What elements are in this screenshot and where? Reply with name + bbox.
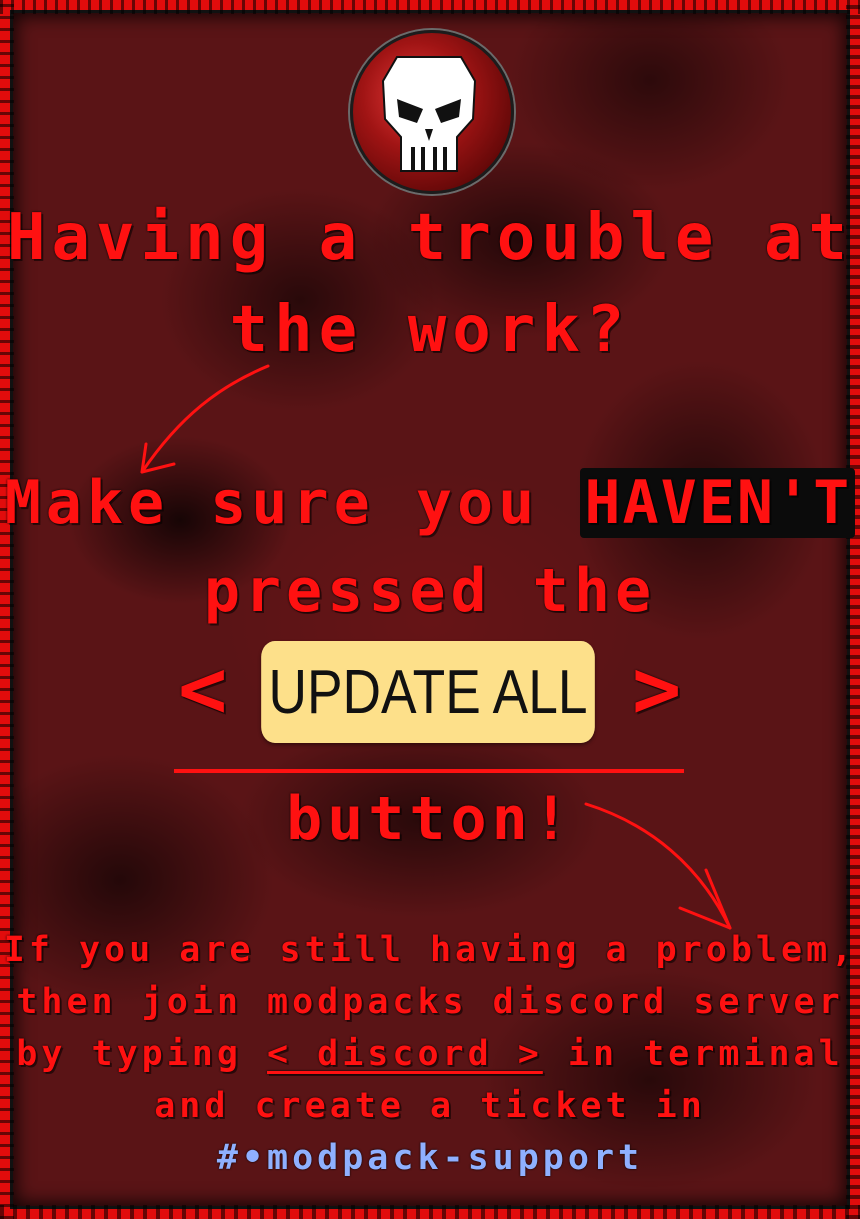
havent-emphasis: HAVEN'T [580, 468, 856, 538]
support-channel: #•modpack-support [216, 1138, 644, 1178]
help-line-2: then join modpacks discord server [16, 982, 844, 1022]
help-line-3-prefix: by typing [16, 1034, 268, 1074]
divider [174, 769, 684, 773]
discord-command: < discord > [267, 1034, 543, 1074]
bracket-right: > [632, 642, 682, 737]
help-line-4: and create a ticket in [154, 1086, 706, 1126]
warning-prefix: Make sure you [4, 468, 581, 538]
bracket-left: < [178, 642, 228, 737]
update-all-label: UPDATE ALL [268, 657, 588, 727]
help-line-3: by typing < discord > in terminal [0, 1028, 860, 1080]
headline-line-1: Having a trouble at [6, 201, 854, 275]
help-text: If you are still having a problem, then … [0, 924, 860, 1184]
skull-icon [381, 56, 477, 172]
warning-line-2: pressed the [203, 556, 657, 626]
help-line-1: If you are still having a problem, [3, 930, 857, 970]
warning-line-1: Make sure you HAVEN'T [0, 468, 860, 538]
help-line-3-suffix: in terminal [542, 1034, 844, 1074]
update-all-button-graphic: UPDATE ALL [261, 641, 595, 743]
skull-logo [350, 30, 514, 194]
